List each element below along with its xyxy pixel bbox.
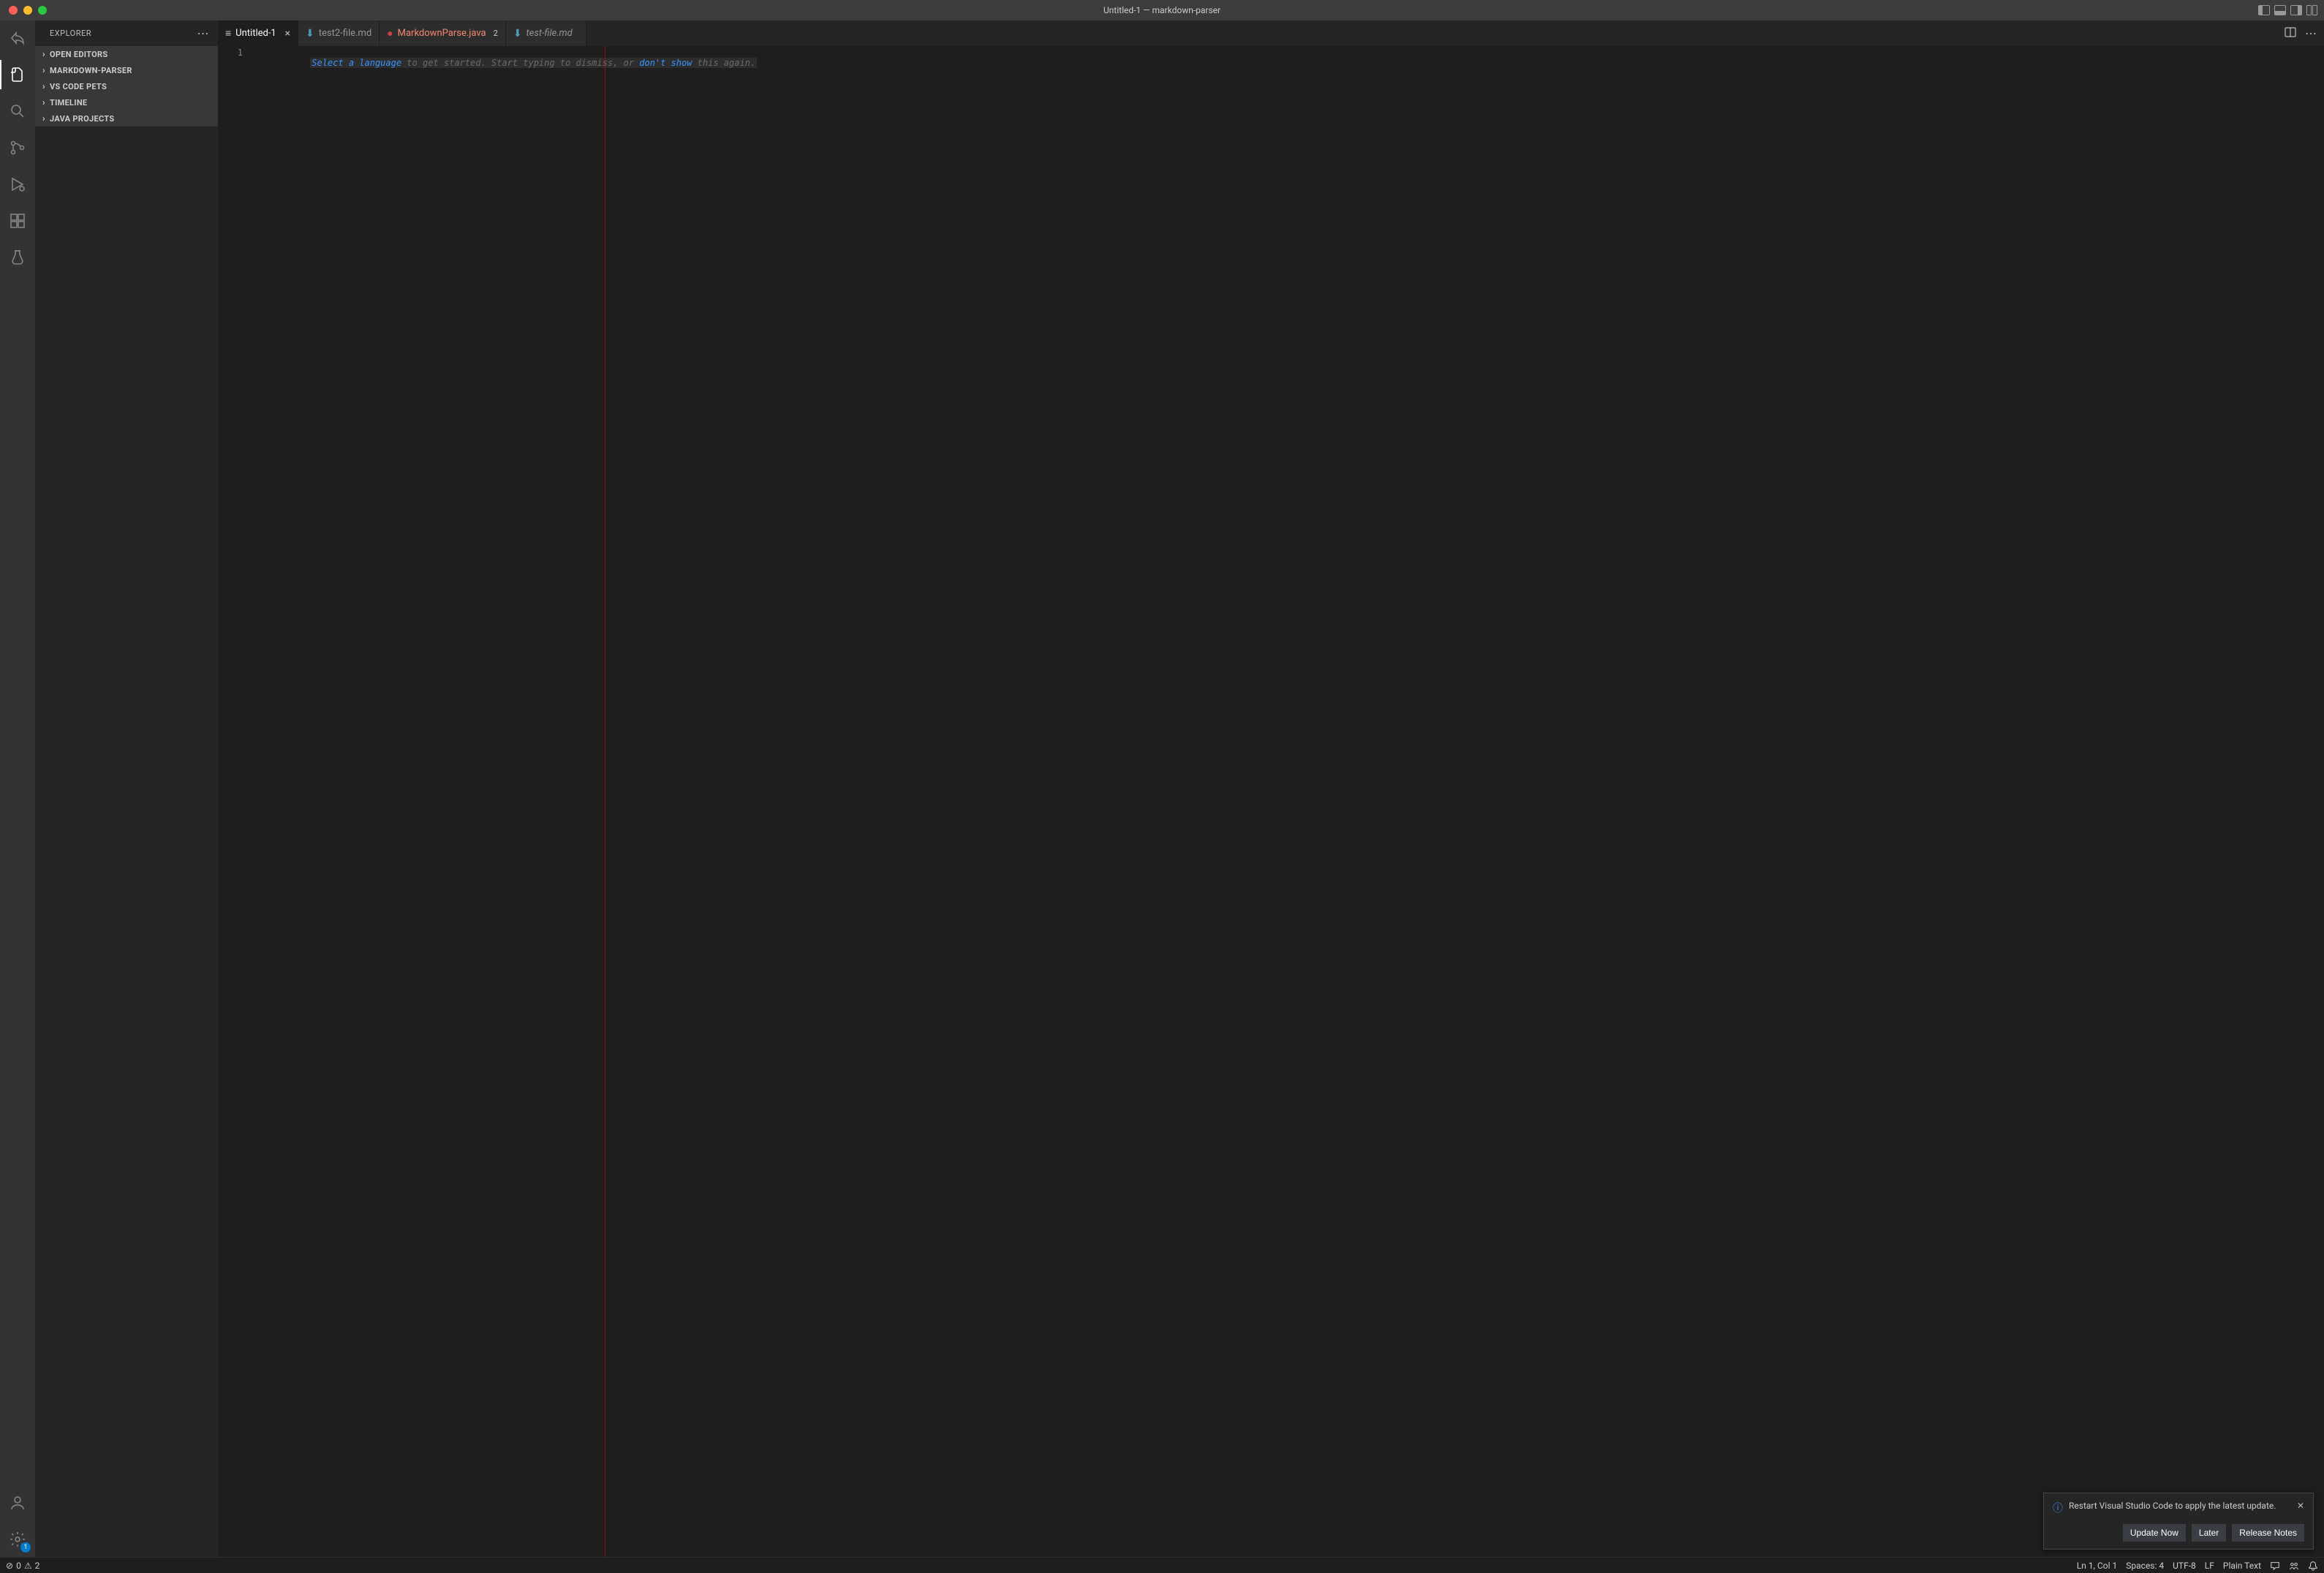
tab-untitled-1[interactable]: ≡ Untitled-1 × [218,20,298,46]
activity-source-control-icon[interactable] [0,136,35,159]
minimize-window-button[interactable] [23,6,32,15]
editor-lines[interactable]: Select a language to get started. Start … [257,46,2324,1557]
customize-layout-icon[interactable] [2306,5,2318,15]
file-icon: ⬇ [513,28,522,39]
tabs-row: ≡ Untitled-1 × ⬇ test2-file.md ● MarkdownParse… [218,20,2324,46]
tab-markdownparse-java[interactable]: ● MarkdownParse.java 2 [380,20,506,46]
section-timeline[interactable]: ›TIMELINE [35,94,218,110]
status-encoding[interactable]: UTF-8 [2173,1561,2196,1571]
tab-problem-count: 2 [494,29,498,38]
chevron-right-icon: › [38,49,50,59]
titlebar: Untitled-1 — markdown-parser [0,0,2324,20]
file-icon: ● [387,27,393,39]
activity-bar: 1 [0,20,35,1557]
toggle-primary-sidebar-icon[interactable] [2258,5,2270,15]
sidebar-sections: ›OPEN EDITORS ›MARKDOWN-PARSER ›VS CODE … [35,46,218,1557]
editor-more-icon[interactable]: ⋯ [2305,26,2317,40]
dont-show-link[interactable]: don't show [639,58,692,68]
tab-label: Untitled-1 [235,28,276,39]
activity-accounts-icon[interactable] [0,1491,35,1514]
update-notification: ⓘ Restart Visual Studio Code to apply th… [2043,1493,2314,1550]
editor-hint: Select a language to get started. Start … [310,58,757,68]
activity-explorer-icon[interactable] [0,63,35,86]
status-notifications-icon[interactable] [2308,1561,2318,1571]
status-eol[interactable]: LF [2205,1561,2214,1571]
chevron-right-icon: › [38,97,50,107]
status-indentation[interactable]: Spaces: 4 [2126,1561,2164,1571]
line-gutter: 1 [218,46,257,1557]
tab-label: test2-file.md [319,28,371,39]
activity-testing-icon[interactable] [0,246,35,269]
update-now-button[interactable]: Update Now [2123,1524,2186,1542]
split-editor-icon[interactable] [2285,26,2296,41]
sidebar-more-icon[interactable]: ⋯ [197,26,210,40]
explorer-sidebar: EXPLORER ⋯ ›OPEN EDITORS ›MARKDOWN-PARSE… [35,20,218,1557]
sidebar-title: EXPLORER [50,29,91,38]
section-java-projects[interactable]: ›JAVA PROJECTS [35,110,218,127]
activity-extensions-icon[interactable] [0,209,35,233]
info-icon: ⓘ [2053,1501,2063,1515]
release-notes-button[interactable]: Release Notes [2232,1524,2304,1542]
status-bar: ⊘ 0 ⚠ 2 Ln 1, Col 1 Spaces: 4 UTF-8 LF P… [0,1557,2324,1573]
chevron-right-icon: › [38,65,50,75]
window-controls [0,6,47,15]
select-language-link[interactable]: Select a language [312,58,401,68]
file-icon: ≡ [225,27,231,39]
status-problems[interactable]: ⊘ 0 ⚠ 2 [6,1561,39,1571]
activity-run-debug-icon[interactable] [0,173,35,196]
activity-search-icon[interactable] [0,99,35,123]
activity-settings-icon[interactable]: 1 [0,1528,35,1551]
toggle-secondary-sidebar-icon[interactable] [2290,5,2302,15]
close-window-button[interactable] [9,6,18,15]
editor[interactable]: 1 Select a language to get started. Star… [218,46,2324,1557]
activity-live-share-icon[interactable] [0,26,35,50]
later-button[interactable]: Later [2192,1524,2226,1542]
chevron-right-icon: › [38,113,50,124]
tab-test-file-md[interactable]: ⬇ test-file.md [506,20,586,46]
warning-icon: ⚠ [24,1561,32,1571]
editor-area: ≡ Untitled-1 × ⬇ test2-file.md ● MarkdownParse… [218,20,2324,1557]
section-workspace[interactable]: ›MARKDOWN-PARSER [35,62,218,78]
status-feedback-icon[interactable] [2270,1561,2280,1571]
close-icon[interactable]: ✕ [2297,1501,2304,1511]
sidebar-header: EXPLORER ⋯ [35,20,218,46]
status-language[interactable]: Plain Text [2223,1561,2261,1571]
close-icon[interactable]: × [285,28,290,39]
settings-badge: 1 [20,1542,31,1553]
tab-test2-file-md[interactable]: ⬇ test2-file.md [298,20,380,46]
file-icon: ⬇ [306,28,314,39]
notification-message: Restart Visual Studio Code to apply the … [2069,1501,2276,1511]
status-live-share-icon[interactable] [2289,1561,2299,1571]
error-icon: ⊘ [6,1561,13,1571]
section-vscode-pets[interactable]: ›VS CODE PETS [35,78,218,94]
maximize-window-button[interactable] [38,6,47,15]
tab-label: MarkdownParse.java [398,28,486,39]
titlebar-layout-controls [2258,5,2318,15]
line-number: 1 [218,48,243,58]
tab-label: test-file.md [527,28,573,39]
status-cursor-position[interactable]: Ln 1, Col 1 [2077,1561,2117,1571]
section-open-editors[interactable]: ›OPEN EDITORS [35,46,218,62]
window-title: Untitled-1 — markdown-parser [1103,5,1221,15]
chevron-right-icon: › [38,81,50,91]
toggle-panel-icon[interactable] [2274,5,2286,15]
